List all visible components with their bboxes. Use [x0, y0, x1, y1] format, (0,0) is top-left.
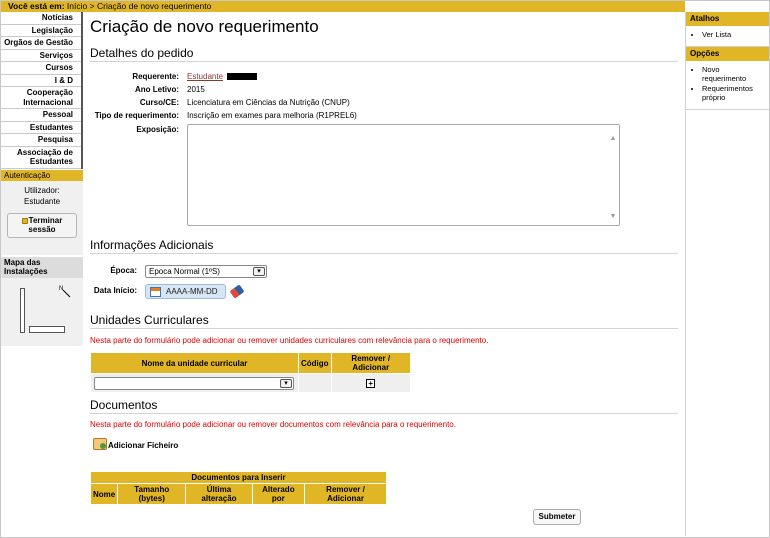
atalhos-title: Atalhos [686, 12, 769, 26]
uc-select[interactable]: ▾ [94, 377, 294, 390]
opcao-novo-requerimento[interactable]: Novo requerimento [702, 65, 765, 83]
section-docs-title: Documentos [90, 398, 678, 414]
data-inicio-label: Data Início: [93, 286, 137, 295]
right-sidebar: Atalhos Ver Lista Opções Novo requerimen… [685, 12, 769, 536]
uc-cell-codigo [298, 373, 332, 393]
epoca-selected-value: Epoca Normal (1ºS) [149, 267, 220, 276]
main-content: Criação de novo requerimento Detalhes do… [83, 12, 685, 536]
menu-item-pessoal[interactable]: Pessoal [1, 109, 81, 122]
auth-title: Autenticação [1, 169, 83, 181]
menu-item-id[interactable]: I & D [1, 75, 81, 87]
uc-note: Nesta parte do formulário pode adicionar… [90, 336, 489, 345]
docs-header-acoes: Remover / Adicionar [304, 483, 387, 505]
redacted-block [227, 73, 258, 80]
menu-item-servicos[interactable]: Serviços [1, 50, 81, 62]
section-uc-title: Unidades Curriculares [90, 313, 678, 329]
docs-note: Nesta parte do formulário pode adicionar… [90, 420, 456, 429]
breadcrumb: Você está em: Início > Criação de novo r… [1, 1, 685, 12]
menu-item-legislacao[interactable]: Legislação [1, 25, 81, 37]
docs-header-nome: Nome [89, 483, 119, 505]
docs-header-alteracao: Última alteração [185, 483, 253, 505]
add-file-label: Adicionar Ficheiro [108, 441, 179, 450]
campus-map[interactable]: N [1, 277, 83, 346]
eraser-icon[interactable] [229, 284, 245, 299]
add-file-button[interactable]: Adicionar Ficheiro [93, 438, 178, 450]
requerente-link[interactable]: Estudante [187, 72, 223, 81]
chevron-down-icon: ▾ [253, 267, 265, 276]
curso-value: Licenciatura em Ciências da Nutrição (CN… [187, 98, 350, 107]
map-building-vertical [20, 287, 25, 333]
exposicao-textarea[interactable]: ▲ ▼ [187, 124, 620, 226]
lock-icon [21, 217, 28, 224]
menu-item-cursos[interactable]: Cursos [1, 62, 81, 75]
scroll-up-icon[interactable]: ▲ [609, 135, 617, 143]
opcoes-panel: Novo requerimento Requerimentos próprio [686, 61, 769, 110]
breadcrumb-label: Você está em: [8, 1, 65, 11]
uc-header-codigo: Código [298, 352, 332, 374]
map-building-horizontal [29, 325, 65, 333]
breadcrumb-separator: > [89, 1, 95, 11]
date-picker-field[interactable]: AAAA-MM-DD [145, 284, 226, 299]
map-title: Mapa das Instalações [1, 256, 83, 278]
logout-label: Terminar sessão [28, 215, 63, 235]
ano-value: 2015 [187, 85, 205, 94]
epoca-label: Época: [110, 266, 137, 275]
exposicao-label: Exposição: [136, 125, 179, 134]
uc-cell-nome: ▾ [90, 373, 299, 393]
user-label: Utilizador: [24, 185, 60, 195]
menu-item-orgaos[interactable]: Orgãos de Gestão [1, 37, 81, 50]
uc-cell-acoes: + [330, 373, 412, 393]
epoca-select[interactable]: Epoca Normal (1ºS) ▾ [145, 265, 267, 278]
uc-header-acoes: Remover / Adicionar [330, 352, 412, 374]
uc-header-nome: Nome da unidade curricular [90, 352, 299, 374]
docs-table-title: Documentos para Inserir [90, 471, 387, 484]
left-sidebar: Notícias Legislação Orgãos de Gestão Ser… [1, 12, 83, 346]
scroll-down-icon[interactable]: ▼ [609, 213, 617, 221]
tipo-value: Inscrição em exames para melhoria (R1PRE… [187, 111, 357, 120]
ano-label: Ano Letivo: [135, 85, 179, 94]
section-info-title: Informações Adicionais [90, 238, 678, 254]
submit-button[interactable]: Submeter [533, 509, 581, 525]
chevron-down-icon: ▾ [280, 379, 292, 388]
calendar-icon[interactable] [150, 287, 161, 297]
uc-table: Nome da unidade curricular Código Remove… [90, 352, 412, 393]
user-name: Estudante [23, 196, 61, 206]
auth-panel: Utilizador: Estudante Terminar sessão [1, 180, 83, 255]
menu-item-cooperacao[interactable]: Cooperação Internacional [1, 87, 81, 109]
menu-item-associacao[interactable]: Associação de Estudantes [1, 147, 81, 169]
add-file-icon [93, 438, 107, 450]
section-details-title: Detalhes do pedido [90, 46, 678, 62]
menu-item-estudantes[interactable]: Estudantes [1, 122, 81, 134]
add-uc-icon[interactable]: + [366, 378, 376, 388]
page-title: Criação de novo requerimento [90, 17, 319, 36]
requerente-label: Requerente: [132, 72, 179, 81]
atalho-ver-lista[interactable]: Ver Lista [702, 30, 765, 39]
breadcrumb-current: Criação de novo requerimento [96, 1, 212, 11]
curso-label: Curso/CE: [139, 98, 179, 107]
breadcrumb-home-link[interactable]: Início [67, 1, 87, 11]
menu-item-pesquisa[interactable]: Pesquisa [1, 134, 81, 147]
tipo-label: Tipo de requerimento: [94, 111, 179, 120]
north-arrow-icon: N [59, 286, 71, 297]
svg-text:N: N [59, 286, 63, 292]
atalhos-panel: Ver Lista [686, 26, 769, 47]
docs-header-alterado: Alterado por [251, 483, 306, 505]
docs-header-tamanho: Tamanho (bytes) [117, 483, 187, 505]
main-menu: Notícias Legislação Orgãos de Gestão Ser… [1, 12, 83, 169]
date-placeholder: AAAA-MM-DD [166, 287, 218, 296]
logout-button[interactable]: Terminar sessão [7, 212, 77, 238]
opcao-requerimentos-proprio[interactable]: Requerimentos próprio [702, 84, 765, 102]
docs-table: Documentos para Inserir Nome Tamanho (by… [89, 471, 387, 505]
opcoes-title: Opções [686, 47, 769, 61]
menu-item-noticias[interactable]: Notícias [1, 12, 81, 25]
